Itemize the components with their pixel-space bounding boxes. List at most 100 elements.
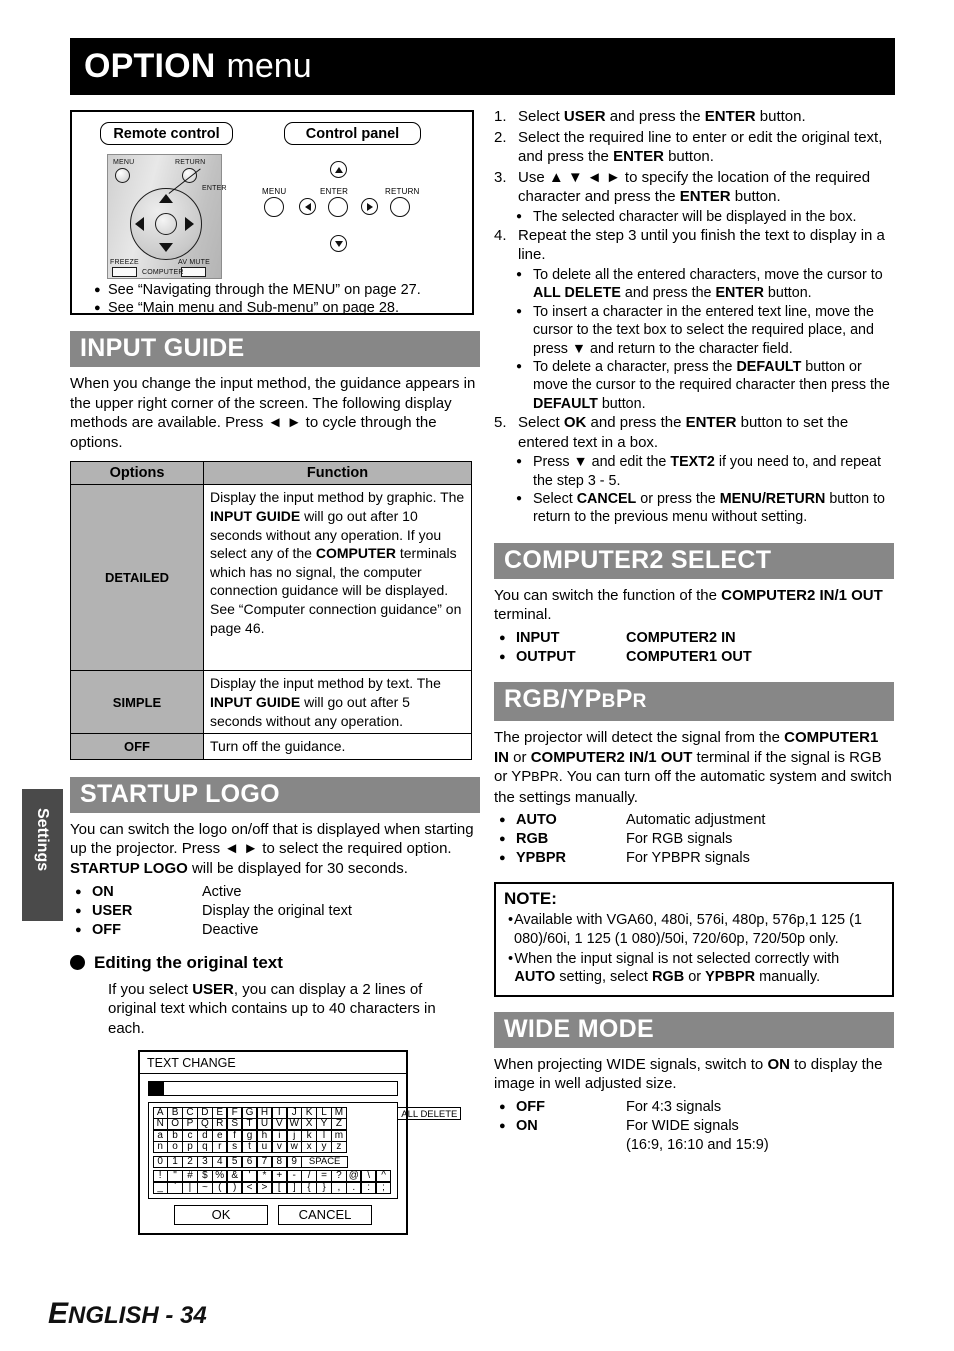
keyboard-key[interactable]: I bbox=[271, 1106, 288, 1119]
keyboard-key[interactable]: ' bbox=[241, 1170, 258, 1183]
text-entry-field[interactable] bbox=[148, 1081, 398, 1097]
keyboard-key[interactable]: 7 bbox=[256, 1155, 273, 1168]
keyboard-key[interactable]: H bbox=[256, 1106, 273, 1119]
keyboard-key[interactable]: < bbox=[241, 1181, 258, 1194]
keyboard-key[interactable]: T bbox=[241, 1118, 258, 1131]
keyboard-key[interactable]: 8 bbox=[271, 1155, 288, 1168]
keyboard-key[interactable]: ~ bbox=[197, 1181, 213, 1194]
keyboard-key[interactable]: 0 bbox=[152, 1155, 168, 1168]
all-delete-button[interactable]: ALL DELETE bbox=[397, 1107, 462, 1121]
keyboard-key[interactable]: 1 bbox=[167, 1155, 183, 1168]
keyboard-key[interactable]: ] bbox=[286, 1181, 302, 1194]
keyboard-key[interactable]: j bbox=[286, 1129, 302, 1142]
keyboard-key[interactable]: 2 bbox=[182, 1155, 198, 1168]
keyboard-key[interactable]: " bbox=[167, 1170, 183, 1183]
keyboard-key[interactable]: Q bbox=[197, 1118, 213, 1131]
keyboard-key[interactable]: + bbox=[271, 1170, 288, 1183]
keyboard-key[interactable]: J bbox=[286, 1106, 302, 1119]
cancel-button[interactable]: CANCEL bbox=[278, 1204, 372, 1225]
keyboard-key[interactable]: = bbox=[316, 1170, 332, 1183]
keyboard-key[interactable]: P bbox=[182, 1118, 198, 1131]
keyboard-key[interactable]: ^ bbox=[375, 1170, 392, 1183]
keyboard-key[interactable]: % bbox=[212, 1170, 228, 1183]
keyboard-key[interactable]: [ bbox=[271, 1181, 288, 1194]
keyboard-key[interactable]: D bbox=[197, 1106, 213, 1119]
keyboard-key[interactable]: 9 bbox=[286, 1155, 302, 1168]
keyboard-key[interactable]: : bbox=[360, 1181, 377, 1194]
emphasis: ENTER bbox=[715, 285, 764, 302]
keyboard-key[interactable]: q bbox=[197, 1141, 213, 1154]
keyboard-key[interactable]: , bbox=[331, 1181, 347, 1194]
keyboard-key[interactable]: a bbox=[152, 1129, 168, 1142]
keyboard-key[interactable]: O bbox=[167, 1118, 183, 1131]
keyboard-key[interactable]: g bbox=[241, 1129, 258, 1142]
keyboard-key[interactable]: * bbox=[256, 1170, 273, 1183]
keyboard-key[interactable]: h bbox=[256, 1129, 273, 1142]
keyboard-key[interactable]: p bbox=[182, 1141, 198, 1154]
keyboard-key[interactable]: n bbox=[152, 1141, 168, 1154]
keyboard-key[interactable]: M bbox=[331, 1106, 347, 1119]
keyboard-key[interactable]: Z bbox=[331, 1118, 347, 1131]
keyboard-key[interactable]: & bbox=[226, 1170, 243, 1183]
keyboard-key[interactable]: w bbox=[286, 1141, 302, 1154]
keyboard-key[interactable]: ) bbox=[226, 1181, 243, 1194]
keyboard-key[interactable]: y bbox=[316, 1141, 332, 1154]
keyboard-key[interactable]: ; bbox=[375, 1181, 392, 1194]
keyboard-key[interactable]: 5 bbox=[226, 1155, 243, 1168]
keyboard-key[interactable]: b bbox=[167, 1129, 183, 1142]
keyboard-key[interactable]: k bbox=[301, 1129, 317, 1142]
keyboard-key[interactable]: - bbox=[286, 1170, 302, 1183]
keyboard-key[interactable]: L bbox=[316, 1106, 332, 1119]
keyboard-key[interactable]: E bbox=[212, 1106, 228, 1119]
keyboard-key[interactable]: d bbox=[197, 1129, 213, 1142]
keyboard-key[interactable]: @ bbox=[346, 1170, 362, 1183]
keyboard-key[interactable]: C bbox=[182, 1106, 198, 1119]
keyboard-space-key[interactable]: SPACE bbox=[301, 1155, 348, 1168]
ok-button[interactable]: OK bbox=[174, 1204, 268, 1225]
keyboard-key[interactable]: l bbox=[316, 1129, 332, 1142]
keyboard-key[interactable]: $ bbox=[197, 1170, 213, 1183]
keyboard-key[interactable]: F bbox=[226, 1106, 243, 1119]
keyboard-key[interactable]: . bbox=[346, 1181, 362, 1194]
keyboard-key[interactable]: G bbox=[241, 1106, 258, 1119]
keyboard-key[interactable]: m bbox=[331, 1129, 347, 1142]
keyboard-key[interactable]: X bbox=[301, 1118, 317, 1131]
keyboard-key[interactable]: 3 bbox=[197, 1155, 213, 1168]
keyboard-key[interactable]: \ bbox=[360, 1170, 377, 1183]
keyboard-key[interactable]: A bbox=[152, 1106, 168, 1119]
keyboard-key[interactable]: 4 bbox=[212, 1155, 228, 1168]
keyboard-key[interactable]: B bbox=[167, 1106, 183, 1119]
keyboard-key[interactable]: R bbox=[212, 1118, 228, 1131]
keyboard-key[interactable]: S bbox=[226, 1118, 243, 1131]
keyboard-key[interactable]: r bbox=[212, 1141, 228, 1154]
keyboard-key[interactable]: i bbox=[271, 1129, 288, 1142]
keyboard-key[interactable]: ( bbox=[212, 1181, 228, 1194]
keyboard-key[interactable]: ` bbox=[167, 1181, 183, 1194]
keyboard-key[interactable]: v bbox=[271, 1141, 288, 1154]
keyboard-key[interactable]: t bbox=[241, 1141, 258, 1154]
keyboard-key[interactable]: U bbox=[256, 1118, 273, 1131]
keyboard-key[interactable]: } bbox=[316, 1181, 332, 1194]
keyboard-key[interactable]: W bbox=[286, 1118, 302, 1131]
keyboard-key[interactable]: K bbox=[301, 1106, 317, 1119]
keyboard-key[interactable]: 6 bbox=[241, 1155, 258, 1168]
keyboard-key[interactable]: { bbox=[301, 1181, 317, 1194]
keyboard-key[interactable]: | bbox=[182, 1181, 198, 1194]
keyboard-key[interactable]: V bbox=[271, 1118, 288, 1131]
keyboard-key[interactable]: N bbox=[152, 1118, 168, 1131]
keyboard-key[interactable]: z bbox=[331, 1141, 347, 1154]
keyboard-key[interactable]: f bbox=[226, 1129, 243, 1142]
keyboard-key[interactable]: x bbox=[301, 1141, 317, 1154]
keyboard-key[interactable]: u bbox=[256, 1141, 273, 1154]
keyboard-key[interactable]: e bbox=[212, 1129, 228, 1142]
keyboard-key[interactable]: ? bbox=[331, 1170, 347, 1183]
keyboard-key[interactable]: _ bbox=[152, 1181, 168, 1194]
keyboard-key[interactable]: o bbox=[167, 1141, 183, 1154]
keyboard-key[interactable]: s bbox=[226, 1141, 243, 1154]
keyboard-key[interactable]: Y bbox=[316, 1118, 332, 1131]
keyboard-key[interactable]: # bbox=[182, 1170, 198, 1183]
keyboard-key[interactable]: > bbox=[256, 1181, 273, 1194]
keyboard-key[interactable]: ! bbox=[152, 1170, 168, 1183]
keyboard-key[interactable]: c bbox=[182, 1129, 198, 1142]
keyboard-key[interactable]: / bbox=[301, 1170, 317, 1183]
